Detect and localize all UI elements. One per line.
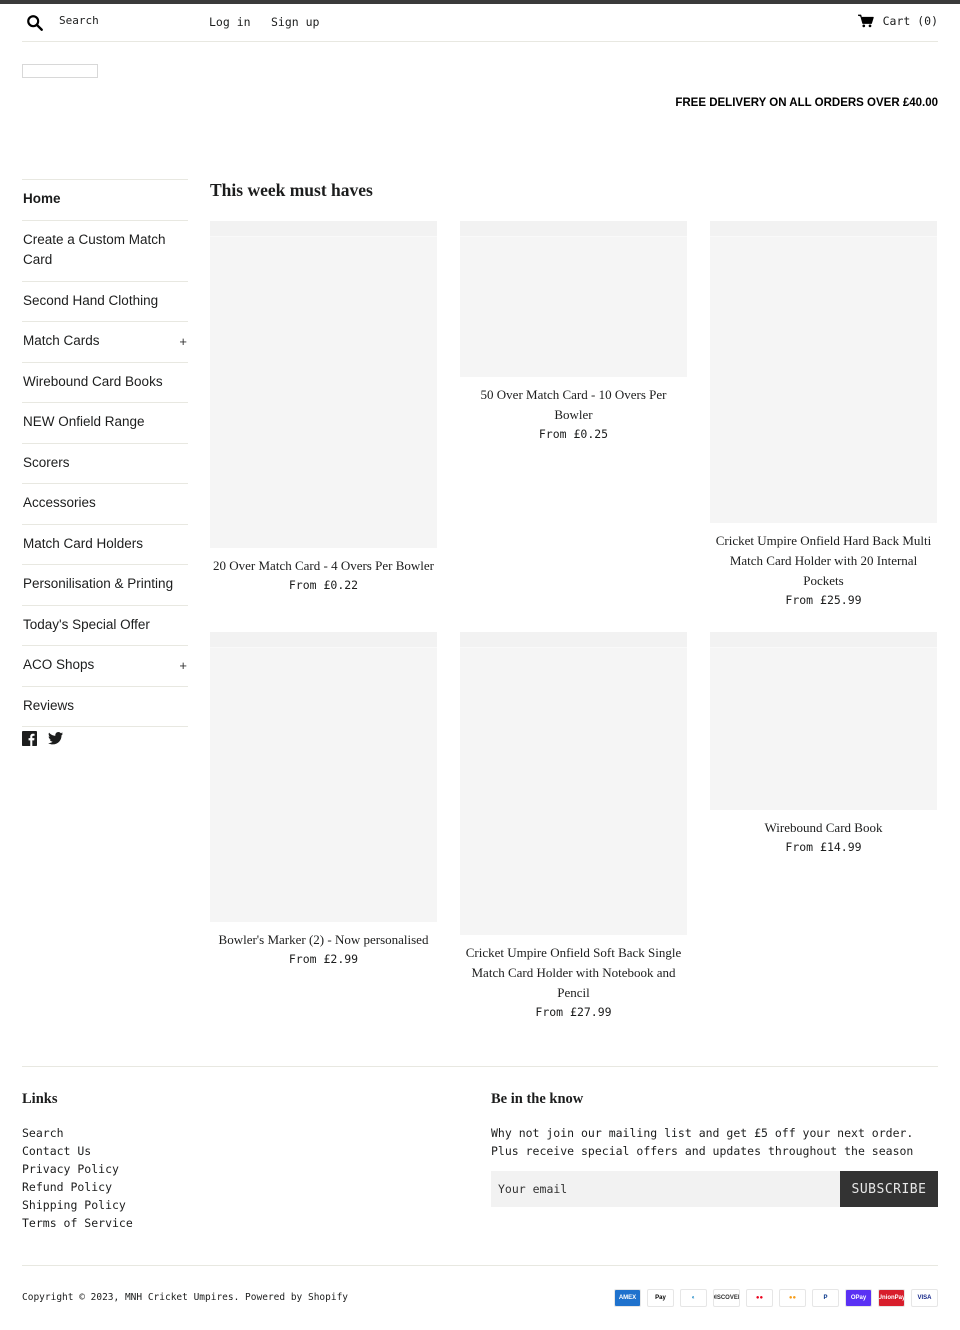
product-title[interactable]: 50 Over Match Card - 10 Overs Per Bowler [460, 385, 687, 425]
search-input[interactable]: Search [59, 14, 99, 27]
mastercard-icon: ●● [779, 1289, 806, 1307]
sidebar-item-create-a-custom-match-card[interactable]: Create a Custom Match Card [22, 221, 188, 282]
facebook-icon[interactable] [22, 731, 37, 746]
shop-pay-icon: OPay [845, 1289, 872, 1307]
sidebar-item-label: Today's Special Offer [23, 616, 150, 632]
footer-link-refund-policy[interactable]: Refund Policy [22, 1178, 133, 1196]
sidebar-item-label: Reviews [23, 697, 75, 713]
sidebar-item-aco-shops[interactable]: ACO Shops + [22, 646, 188, 687]
sidebar-item-label: Second Hand Clothing [23, 292, 159, 308]
sidebar-item-label: Wirebound Card Books [23, 373, 163, 389]
login-link[interactable]: Log in [209, 15, 251, 29]
sidebar-item-accessories[interactable]: Accessories [22, 484, 188, 525]
newsletter-heading: Be in the know [491, 1091, 584, 1107]
subscribe-button[interactable]: SUBSCRIBE [840, 1171, 938, 1207]
product-price: From £25.99 [785, 593, 862, 607]
sidebar-item-home[interactable]: Home [22, 180, 188, 221]
footer-link-contact-us[interactable]: Contact Us [22, 1142, 133, 1160]
promo-banner: FREE DELIVERY ON ALL ORDERS OVER £40.00 [675, 97, 938, 109]
cart-icon [857, 14, 874, 28]
sidebar-item-new-onfield-range[interactable]: NEW Onfield Range [22, 403, 188, 444]
footer-links: Search Contact Us Privacy Policy Refund Pol… [22, 1124, 133, 1232]
product-price: From £27.99 [535, 1005, 612, 1019]
maestro-icon: ●● [746, 1289, 773, 1307]
product-image[interactable] [710, 221, 937, 523]
email-input[interactable] [491, 1171, 840, 1207]
product-price: From £0.22 [288, 578, 359, 592]
sidebar-item-label: Personilisation & Printing [23, 576, 174, 591]
sidebar-item-scorers[interactable]: Scorers [22, 444, 188, 484]
footer-links-heading: Links [22, 1091, 58, 1107]
footer-link-privacy-policy[interactable]: Privacy Policy [22, 1160, 133, 1178]
signup-link[interactable]: Sign up [271, 15, 319, 29]
search-icon[interactable] [26, 14, 44, 32]
product-card[interactable]: 20 Over Match Card - 4 Overs Per Bowler F… [210, 221, 437, 594]
site-header: Search Log in Sign up Cart (0) [22, 4, 938, 42]
product-price: From £2.99 [288, 952, 359, 966]
newsletter-text: Why not join our mailing list and get £5… [491, 1126, 914, 1158]
product-card[interactable]: Cricket Umpire Onfield Hard Back Multi M… [710, 221, 937, 609]
product-image[interactable] [210, 221, 437, 548]
product-image[interactable] [210, 632, 437, 922]
product-price: From £14.99 [785, 840, 862, 854]
footer-link-terms-of-service[interactable]: Terms of Service [22, 1214, 133, 1232]
product-title[interactable]: Bowler's Marker (2) - Now personalised [210, 930, 437, 950]
product-card[interactable]: 50 Over Match Card - 10 Overs Per Bowler… [460, 221, 687, 443]
sidebar-item-label: Match Cards [23, 333, 100, 348]
product-image[interactable] [710, 632, 937, 810]
product-card[interactable]: Wirebound Card Book From £14.99 [710, 632, 937, 856]
product-card[interactable]: Cricket Umpire Onfield Soft Back Single … [460, 632, 687, 1021]
cart-link[interactable]: Cart (0) [857, 14, 938, 28]
paypal-icon: P [812, 1289, 839, 1307]
visa-icon: VISA [911, 1289, 938, 1307]
footer-link-search[interactable]: Search [22, 1124, 133, 1142]
amex-icon: AMEX [614, 1289, 641, 1307]
product-title[interactable]: 20 Over Match Card - 4 Overs Per Bowler [210, 556, 437, 576]
discover-icon: DISCOVER [713, 1289, 740, 1307]
diners-club-icon: ◐ [680, 1289, 707, 1307]
footer-bottom-divider [22, 1265, 938, 1266]
copyright: Copyright © 2023, MNH Cricket Umpires. P… [22, 1292, 349, 1303]
product-title[interactable]: Cricket Umpire Onfield Hard Back Multi M… [710, 531, 937, 591]
site-logo[interactable] [22, 64, 98, 78]
union-pay-icon: UnionPay [878, 1289, 905, 1307]
product-card[interactable]: Bowler's Marker (2) - Now personalised Fr… [210, 632, 437, 968]
sidebar-item-wirebound-card-books[interactable]: Wirebound Card Books [22, 363, 188, 403]
product-title[interactable]: Wirebound Card Book [710, 818, 937, 838]
product-price: From £0.25 [538, 427, 609, 441]
section-title: This week must haves [210, 180, 373, 200]
sidebar-item-second-hand-clothing[interactable]: Second Hand Clothing [22, 282, 188, 322]
sidebar-item-label: Accessories [23, 495, 96, 510]
twitter-icon[interactable] [48, 731, 63, 746]
sidebar-item-label: Scorers [23, 454, 70, 470]
sidebar-item-label: NEW Onfield Range [23, 414, 145, 429]
cart-label: Cart (0) [882, 14, 938, 28]
footer-link-shipping-policy[interactable]: Shipping Policy [22, 1196, 133, 1214]
product-image[interactable] [460, 221, 687, 377]
sidebar-item-today-s-special-offer[interactable]: Today's Special Offer [22, 606, 188, 646]
sidebar-item-reviews[interactable]: Reviews [22, 687, 188, 727]
product-image[interactable] [460, 632, 687, 935]
social-links [22, 731, 63, 746]
sidebar-item-match-cards[interactable]: Match Cards + [22, 322, 188, 363]
sidebar-nav: Home Create a Custom Match Card Second Han… [22, 179, 188, 727]
sidebar-item-label: ACO Shops [23, 657, 95, 672]
product-title[interactable]: Cricket Umpire Onfield Soft Back Single … [460, 943, 687, 1003]
sidebar-item-label: Home [23, 191, 61, 206]
apple-pay-icon: Pay [647, 1289, 674, 1307]
sidebar-item-label: Create a Custom Match Card [23, 231, 166, 268]
sidebar-item-label: Match Card Holders [23, 535, 144, 551]
footer-divider [22, 1066, 938, 1067]
payment-icons: AMEX Pay ◐ DISCOVER ●● ●● P OPay UnionPay VISA [614, 1289, 938, 1307]
sidebar-item-match-card-holders[interactable]: Match Card Holders [22, 525, 188, 565]
expand-plus-icon[interactable]: + [179, 656, 187, 677]
expand-plus-icon[interactable]: + [179, 332, 187, 353]
sidebar-item-personilisation-printing[interactable]: Personilisation & Printing [22, 565, 188, 606]
